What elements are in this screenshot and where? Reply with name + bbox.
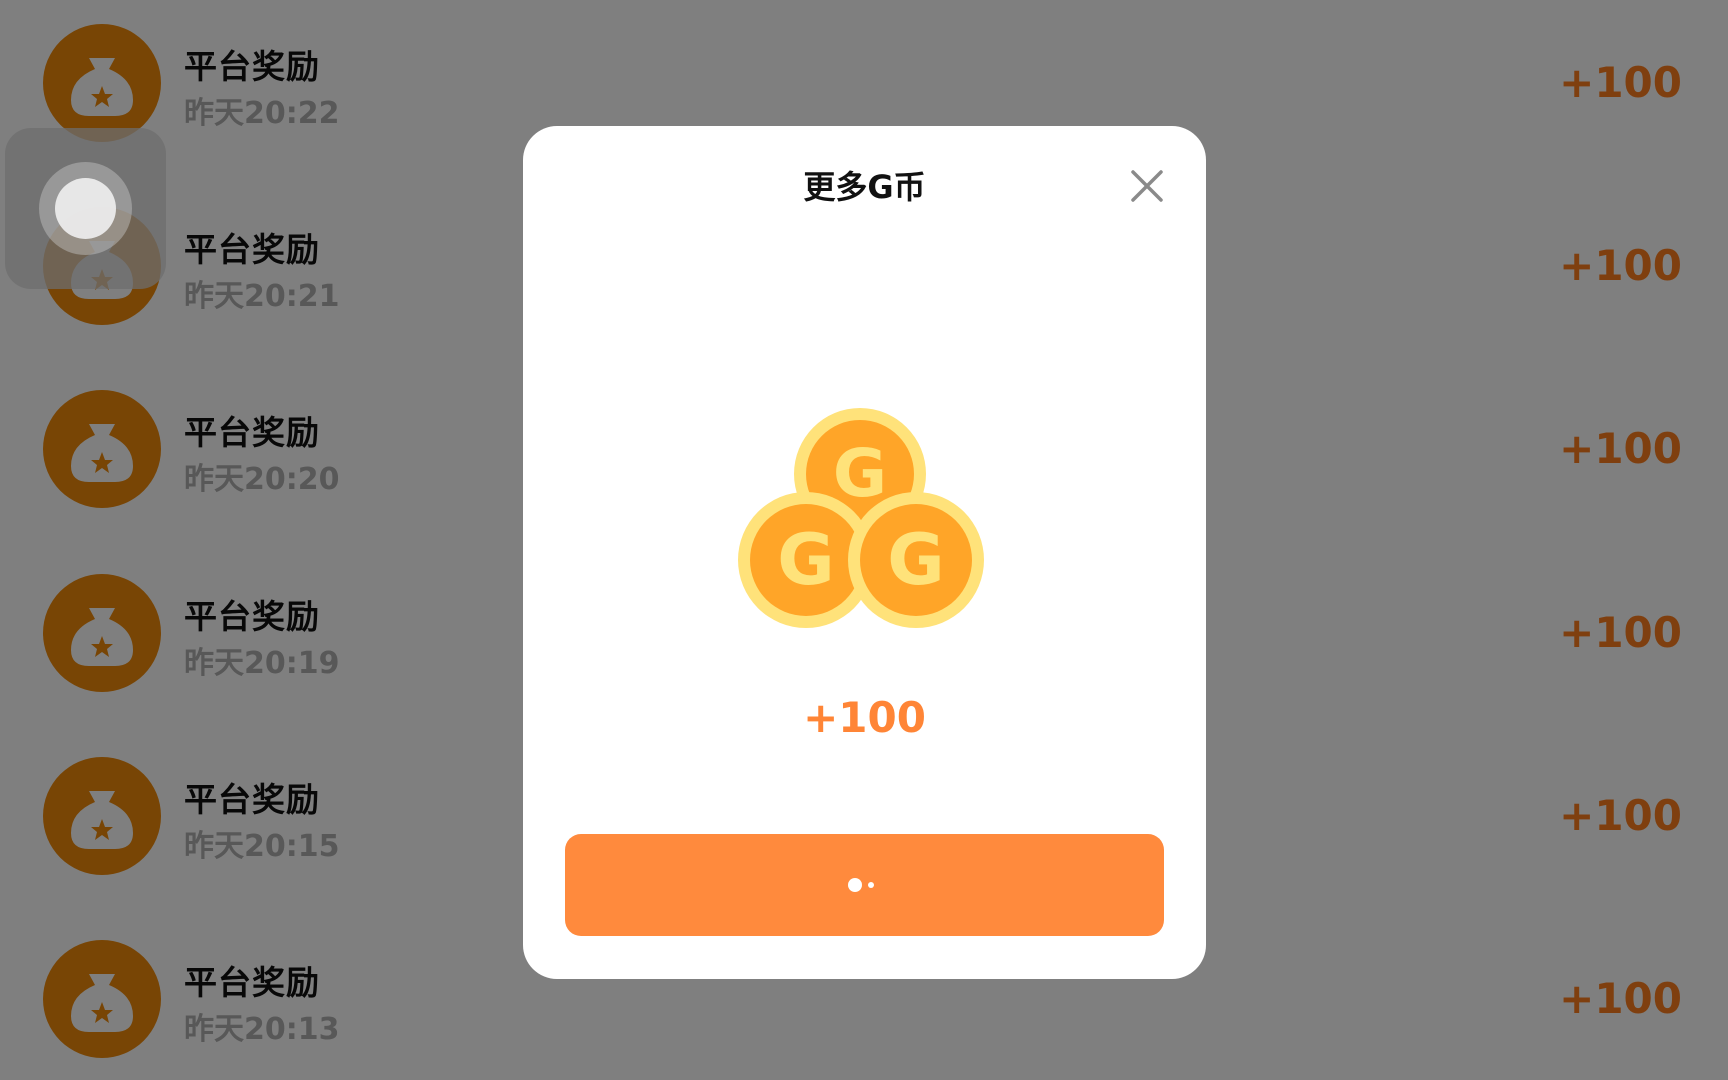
modal-title: 更多G币 [803, 168, 926, 206]
reward-amount: +100 [803, 693, 926, 742]
loading-indicator [848, 878, 862, 892]
assistive-touch-ring [39, 162, 132, 255]
close-icon[interactable] [1123, 162, 1171, 210]
assistive-touch-button[interactable] [5, 128, 166, 289]
svg-text:G: G [777, 519, 834, 601]
coins-icon: G G G [736, 406, 993, 646]
svg-text:G: G [887, 519, 944, 601]
reward-modal: 更多G币 G G G +100 [523, 126, 1206, 979]
loading-indicator-dot [868, 882, 874, 888]
confirm-button[interactable] [565, 834, 1164, 936]
assistive-touch-dot [55, 178, 116, 239]
svg-text:G: G [833, 435, 887, 512]
